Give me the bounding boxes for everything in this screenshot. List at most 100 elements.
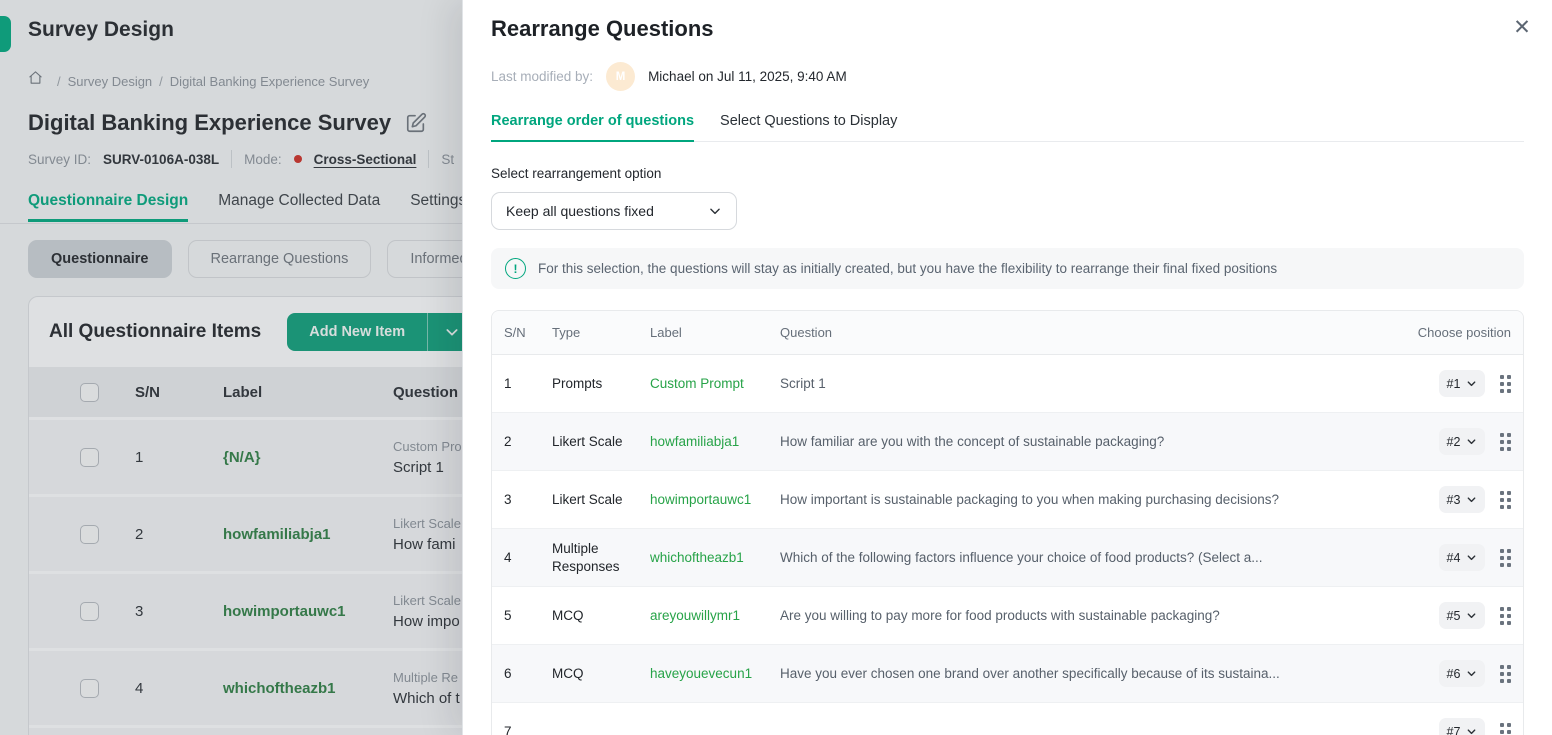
row-label[interactable]: haveyouevecun1 xyxy=(650,666,780,681)
drag-handle-icon[interactable] xyxy=(1500,549,1511,567)
row-question: How important is sustainable packaging t… xyxy=(780,492,1393,507)
chevron-down-icon xyxy=(1466,610,1477,621)
row-label[interactable]: howimportauwc1 xyxy=(650,492,780,507)
tabs-divider xyxy=(0,223,462,224)
drag-handle-icon[interactable] xyxy=(1500,433,1511,451)
position-select[interactable]: #5 xyxy=(1439,602,1485,629)
chevron-down-icon xyxy=(444,324,460,340)
app-logo xyxy=(0,16,11,52)
survey-id-label: Survey ID: xyxy=(28,152,91,167)
row-label[interactable]: Custom Prompt xyxy=(650,376,780,391)
last-modified-row: Last modified by: M Michael on Jul 11, 2… xyxy=(491,62,1524,91)
row-sn: 7 xyxy=(504,724,552,735)
panel-title: Rearrange Questions xyxy=(491,16,1524,42)
tab-manage-collected-data[interactable]: Manage Collected Data xyxy=(218,192,380,222)
row-sn: 5 xyxy=(504,608,552,623)
col-question: Question xyxy=(780,325,1393,340)
info-banner: ! For this selection, the questions will… xyxy=(491,248,1524,289)
breadcrumb-current: Digital Banking Experience Survey xyxy=(170,74,369,89)
home-icon[interactable] xyxy=(28,70,50,92)
row-type: Multiple Responses xyxy=(552,540,650,575)
row-label[interactable]: howimportauwc1 xyxy=(223,603,393,620)
row-type: Prompts xyxy=(552,375,650,393)
row-sn: 1 xyxy=(504,376,552,391)
col-label: Label xyxy=(650,325,780,340)
row-question: How familiar are you with the concept of… xyxy=(780,434,1393,449)
subtab-questionnaire[interactable]: Questionnaire xyxy=(28,240,172,278)
tab-questionnaire-design[interactable]: Questionnaire Design xyxy=(28,192,188,222)
chevron-down-icon xyxy=(1466,436,1477,447)
row-label[interactable]: {N/A} xyxy=(223,449,393,466)
survey-id-value: SURV-0106A-038L xyxy=(103,152,219,167)
row-question: Are you willing to pay more for food pro… xyxy=(780,608,1393,623)
rearrangement-option-value: Keep all questions fixed xyxy=(506,203,654,219)
row-label[interactable]: whichoftheazb1 xyxy=(223,680,393,697)
subtab-rearrange-questions[interactable]: Rearrange Questions xyxy=(188,240,372,278)
status-label-fragment: St xyxy=(441,152,454,167)
row-label[interactable]: howfamiliabja1 xyxy=(223,526,393,543)
mode-status-dot xyxy=(294,155,302,163)
position-select[interactable]: #2 xyxy=(1439,428,1485,455)
rearrangement-option-select[interactable]: Keep all questions fixed xyxy=(491,192,737,230)
position-select[interactable]: #4 xyxy=(1439,544,1485,571)
col-label: Label xyxy=(223,384,393,401)
position-select[interactable]: #1 xyxy=(1439,370,1485,397)
position-select[interactable]: #6 xyxy=(1439,660,1485,687)
row-sn: 2 xyxy=(135,526,223,543)
tab-rearrange-order[interactable]: Rearrange order of questions xyxy=(491,113,694,142)
row-sn: 4 xyxy=(135,680,223,697)
row-sn: 3 xyxy=(504,492,552,507)
row-label[interactable]: areyouwillymr1 xyxy=(650,608,780,623)
row-label[interactable]: howfamiliabja1 xyxy=(650,434,780,449)
tab-settings[interactable]: Settings xyxy=(410,192,466,222)
select-all-checkbox[interactable] xyxy=(80,383,99,402)
survey-meta: Survey ID: SURV-0106A-038L Mode: Cross-S… xyxy=(28,150,454,168)
rearrange-question-row: 1 Prompts Custom Prompt Script 1 #1 xyxy=(492,355,1523,413)
breadcrumb-survey-design[interactable]: Survey Design xyxy=(68,74,153,89)
row-checkbox[interactable] xyxy=(80,679,99,698)
rearrange-question-row: 5 MCQ areyouwillymr1 Are you willing to … xyxy=(492,587,1523,645)
row-label[interactable]: whichoftheazb1 xyxy=(650,550,780,565)
tab-select-questions-display[interactable]: Select Questions to Display xyxy=(720,113,897,141)
drag-handle-icon[interactable] xyxy=(1500,375,1511,393)
edit-title-icon[interactable] xyxy=(405,112,427,134)
rearrange-question-row: 7 #7 xyxy=(492,703,1523,735)
survey-title: Digital Banking Experience Survey xyxy=(28,110,391,136)
rearrangement-option-label: Select rearrangement option xyxy=(491,166,1524,181)
position-select[interactable]: #7 xyxy=(1439,718,1485,735)
row-checkbox[interactable] xyxy=(80,525,99,544)
drag-handle-icon[interactable] xyxy=(1500,491,1511,509)
card-title: All Questionnaire Items xyxy=(49,321,261,343)
position-value: #3 xyxy=(1447,493,1461,507)
col-choose-position: Choose position xyxy=(1393,325,1511,340)
avatar: M xyxy=(606,62,635,91)
page-title: Survey Design xyxy=(28,18,174,42)
chevron-down-icon xyxy=(1466,552,1477,563)
rearrange-table-header: S/N Type Label Question Choose position xyxy=(492,311,1523,355)
rearrange-questions-panel: ✕ Rearrange Questions Last modified by: … xyxy=(462,0,1552,735)
row-sn: 6 xyxy=(504,666,552,681)
row-question: Which of the following factors influence… xyxy=(780,550,1393,565)
breadcrumb-separator: / xyxy=(159,74,163,89)
row-sn: 1 xyxy=(135,449,223,466)
page-tabs: Questionnaire Design Manage Collected Da… xyxy=(28,192,466,222)
row-checkbox[interactable] xyxy=(80,448,99,467)
position-value: #2 xyxy=(1447,435,1461,449)
add-new-item-label: Add New Item xyxy=(287,313,427,351)
row-checkbox[interactable] xyxy=(80,602,99,621)
close-icon[interactable]: ✕ xyxy=(1508,13,1536,41)
rearrange-question-row: 3 Likert Scale howimportauwc1 How import… xyxy=(492,471,1523,529)
rearrange-question-row: 6 MCQ haveyouevecun1 Have you ever chose… xyxy=(492,645,1523,703)
position-value: #5 xyxy=(1447,609,1461,623)
rearrange-question-row: 4 Multiple Responses whichoftheazb1 Whic… xyxy=(492,529,1523,587)
position-select[interactable]: #3 xyxy=(1439,486,1485,513)
drag-handle-icon[interactable] xyxy=(1500,723,1511,735)
chevron-down-icon xyxy=(1466,668,1477,679)
last-modified-value: Michael on Jul 11, 2025, 9:40 AM xyxy=(648,69,847,84)
add-new-item-button[interactable]: Add New Item xyxy=(287,313,476,351)
chevron-down-icon xyxy=(1466,726,1477,735)
position-value: #7 xyxy=(1447,725,1461,735)
drag-handle-icon[interactable] xyxy=(1500,607,1511,625)
drag-handle-icon[interactable] xyxy=(1500,665,1511,683)
mode-value-link[interactable]: Cross-Sectional xyxy=(314,152,417,167)
